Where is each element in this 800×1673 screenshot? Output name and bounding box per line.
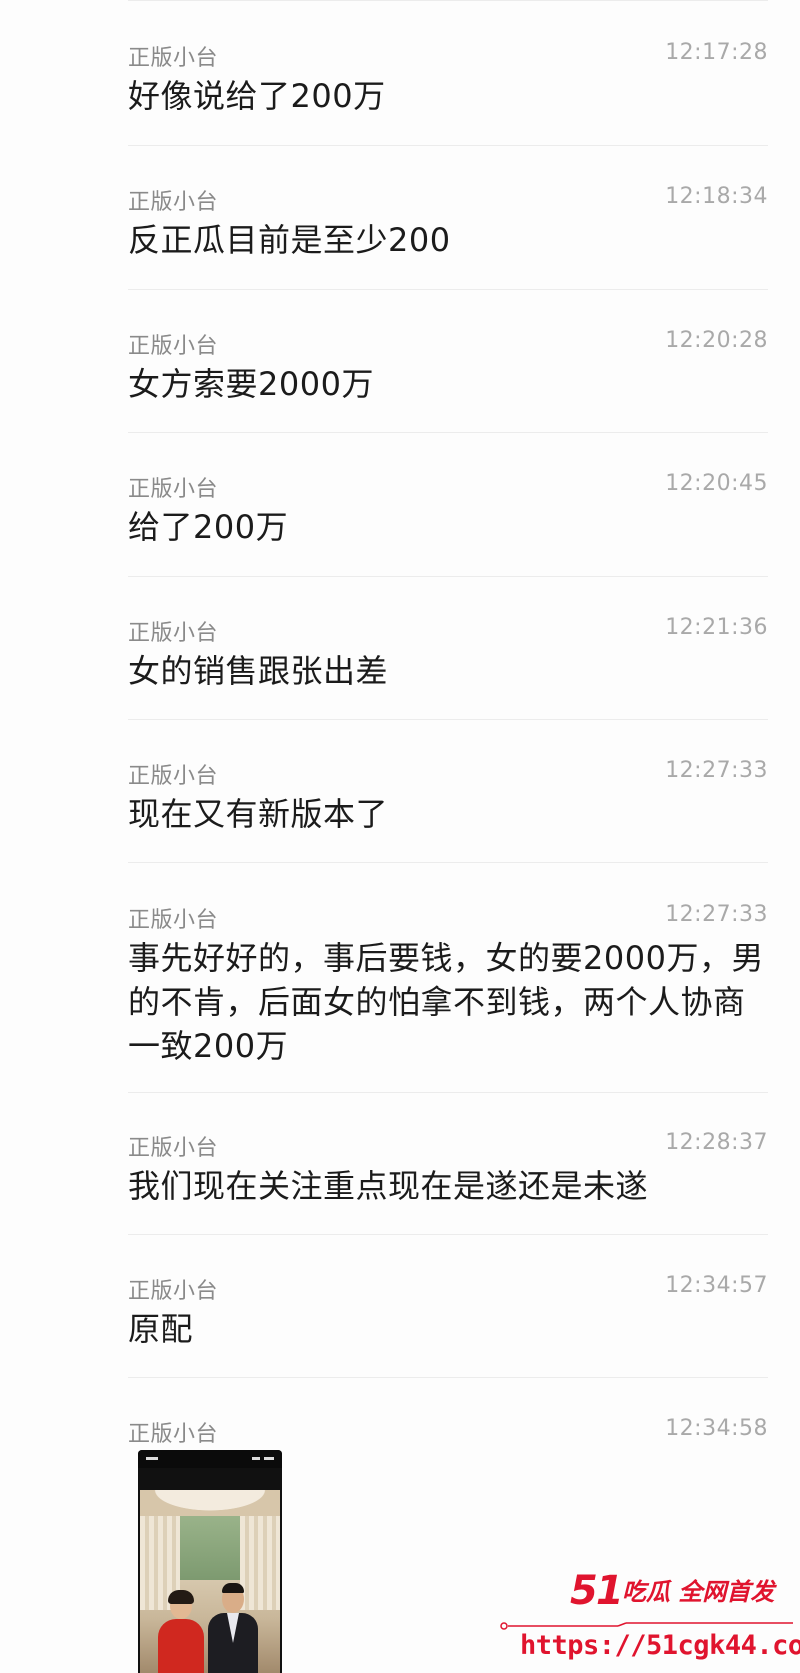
message-sender: 正版小台 [128, 190, 219, 215]
message-sender: 正版小台 [128, 908, 219, 933]
divider [128, 432, 768, 433]
message-text: 给了200万 [128, 508, 289, 546]
message-time: 12:34:57 [665, 1273, 768, 1298]
message-text: 女方索要2000万 [128, 365, 374, 403]
message-time: 12:21:36 [665, 615, 768, 640]
photo-person [158, 1590, 204, 1673]
message-sender: 正版小台 [128, 477, 219, 502]
message-text: 原配 [128, 1310, 194, 1348]
message-time: 12:27:33 [665, 902, 768, 927]
message-sender: 正版小台 [128, 621, 219, 646]
watermark-logo-text: 吃瓜 全网首发 [622, 1578, 775, 1606]
divider [128, 1234, 768, 1235]
message-time: 12:18:34 [665, 184, 768, 209]
divider [128, 1377, 768, 1378]
divider [128, 576, 768, 577]
divider [128, 289, 768, 290]
divider [128, 719, 768, 720]
divider [128, 145, 768, 146]
message-sender: 正版小台 [128, 1136, 219, 1161]
message-sender: 正版小台 [128, 1279, 219, 1304]
message-text: 好像说给了200万 [128, 77, 386, 115]
chat-history-page: 正版小台 12:17:28 好像说给了200万 正版小台 12:18:34 反正… [0, 0, 800, 1673]
message-time: 12:20:45 [665, 471, 768, 496]
message-time: 12:34:58 [665, 1416, 768, 1441]
message-text: 反正瓜目前是至少200 [128, 221, 451, 259]
message-sender: 正版小台 [128, 764, 219, 789]
watermark-logo-number: 51 [570, 1568, 624, 1614]
photo-person [208, 1583, 258, 1673]
message-time: 12:27:33 [665, 758, 768, 783]
photo-scene [140, 1490, 280, 1673]
site-watermark: 51 吃瓜 全网首发 https://51cgk44.com [490, 1563, 800, 1673]
divider [128, 862, 768, 863]
message-text: 我们现在关注重点现在是遂还是未遂 [128, 1167, 649, 1205]
image-message-thumbnail[interactable] [138, 1450, 282, 1673]
thumbnail-status-bar [138, 1450, 282, 1468]
message-sender: 正版小台 [128, 334, 219, 359]
message-sender: 正版小台 [128, 1422, 219, 1447]
message-time: 12:20:28 [665, 328, 768, 353]
message-time: 12:17:28 [665, 40, 768, 65]
watermark-url: https://51cgk44.com [520, 1630, 800, 1661]
divider [128, 1092, 768, 1093]
message-text: 现在又有新版本了 [128, 795, 389, 833]
message-time: 12:28:37 [665, 1130, 768, 1155]
message-text: 女的销售跟张出差 [128, 652, 389, 690]
message-sender: 正版小台 [128, 46, 219, 71]
divider [128, 0, 768, 1]
message-text: 事先好好的，事后要钱，女的要2000万，男的不肯，后面女的怕拿不到钱，两个人协商… [128, 939, 764, 1065]
